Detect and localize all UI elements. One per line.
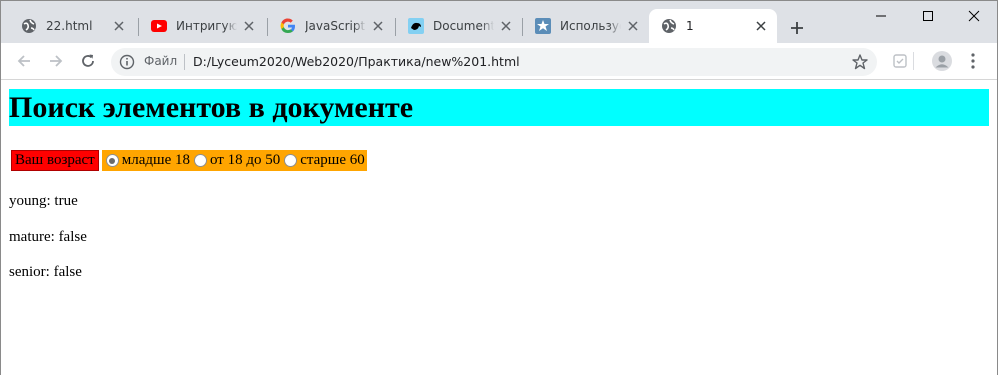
tab-ispolzuet[interactable]: Использует bbox=[523, 9, 649, 43]
tab-javascript[interactable]: JavaScript d bbox=[268, 9, 394, 43]
tab-title: 22.html bbox=[46, 19, 93, 33]
radio-mature[interactable] bbox=[193, 154, 207, 167]
close-icon[interactable] bbox=[111, 18, 127, 34]
age-radio-group: младше 18 от 18 до 50 старше 60 bbox=[101, 150, 367, 171]
menu-button[interactable] bbox=[963, 51, 983, 71]
tab-title: Использует bbox=[560, 19, 621, 33]
info-icon[interactable] bbox=[119, 54, 135, 70]
tab-document[interactable]: Document.c bbox=[396, 9, 522, 43]
close-icon[interactable] bbox=[498, 18, 514, 34]
page-content: Поиск элементов в документе Ваш возраст … bbox=[1, 81, 997, 375]
more-vertical-icon bbox=[971, 53, 975, 69]
page-title: Поиск элементов в документе bbox=[9, 89, 989, 126]
youtube-icon bbox=[151, 18, 167, 34]
close-icon[interactable] bbox=[370, 18, 386, 34]
close-icon bbox=[968, 10, 980, 22]
back-button[interactable] bbox=[10, 47, 38, 75]
tab-title: Интригующ bbox=[176, 19, 237, 33]
reload-button[interactable] bbox=[74, 47, 102, 75]
google-icon bbox=[280, 18, 296, 34]
tab-22-html[interactable]: 22.html bbox=[9, 9, 135, 43]
url-text[interactable]: D:/Lyceum2020/Web2020/Практика/new%201.h… bbox=[193, 54, 520, 69]
minimize-button[interactable] bbox=[858, 1, 904, 31]
avatar-icon bbox=[932, 51, 952, 71]
close-icon[interactable] bbox=[241, 18, 257, 34]
result-young: young: true bbox=[9, 193, 78, 209]
extension-button[interactable] bbox=[890, 51, 910, 71]
close-icon[interactable] bbox=[753, 18, 769, 34]
close-icon[interactable] bbox=[625, 18, 641, 34]
tab-strip: 22.html Интригующ JavaScript d Document.… bbox=[1, 1, 997, 43]
radio-young[interactable] bbox=[105, 154, 119, 167]
globe-icon bbox=[661, 18, 677, 34]
result-mature: mature: false bbox=[9, 229, 87, 245]
arrow-right-icon bbox=[50, 55, 63, 67]
maximize-button[interactable] bbox=[905, 1, 951, 31]
tab-title: Document.c bbox=[433, 19, 494, 33]
arrow-left-icon bbox=[17, 55, 30, 67]
radio-label-young: младше 18 bbox=[121, 152, 190, 168]
address-bar[interactable]: Файл D:/Lyceum2020/Web2020/Практика/new%… bbox=[111, 48, 877, 76]
browser-toolbar: Файл D:/Lyceum2020/Web2020/Практика/new%… bbox=[1, 43, 997, 80]
forward-button[interactable] bbox=[42, 47, 70, 75]
extension-icon bbox=[893, 54, 907, 68]
star-icon[interactable] bbox=[851, 53, 869, 71]
tab-youtube[interactable]: Интригующ bbox=[139, 9, 265, 43]
tab-title: JavaScript d bbox=[305, 19, 366, 33]
toolbar-divider bbox=[913, 52, 914, 70]
scheme-label: Файл bbox=[144, 54, 178, 68]
mdn-icon bbox=[408, 18, 424, 34]
maximize-icon bbox=[923, 11, 933, 21]
omnibox-divider bbox=[184, 54, 185, 70]
radio-label-senior: старше 60 bbox=[300, 152, 365, 168]
plus-icon bbox=[791, 22, 803, 34]
close-window-button[interactable] bbox=[951, 1, 997, 31]
profile-button[interactable] bbox=[932, 51, 952, 71]
tab-active-1[interactable]: 1 bbox=[649, 9, 777, 43]
globe-icon bbox=[21, 18, 37, 34]
result-senior: senior: false bbox=[9, 264, 82, 280]
new-tab-button[interactable] bbox=[784, 15, 810, 41]
age-selector: Ваш возраст младше 18 от 18 до 50 старше… bbox=[11, 150, 367, 171]
tab-title: 1 bbox=[686, 19, 694, 33]
minimize-icon bbox=[876, 15, 886, 17]
puzzle-icon bbox=[535, 18, 551, 34]
age-label: Ваш возраст bbox=[11, 150, 99, 171]
reload-icon bbox=[82, 54, 94, 67]
radio-label-mature: от 18 до 50 bbox=[209, 152, 281, 168]
radio-senior[interactable] bbox=[284, 154, 298, 167]
